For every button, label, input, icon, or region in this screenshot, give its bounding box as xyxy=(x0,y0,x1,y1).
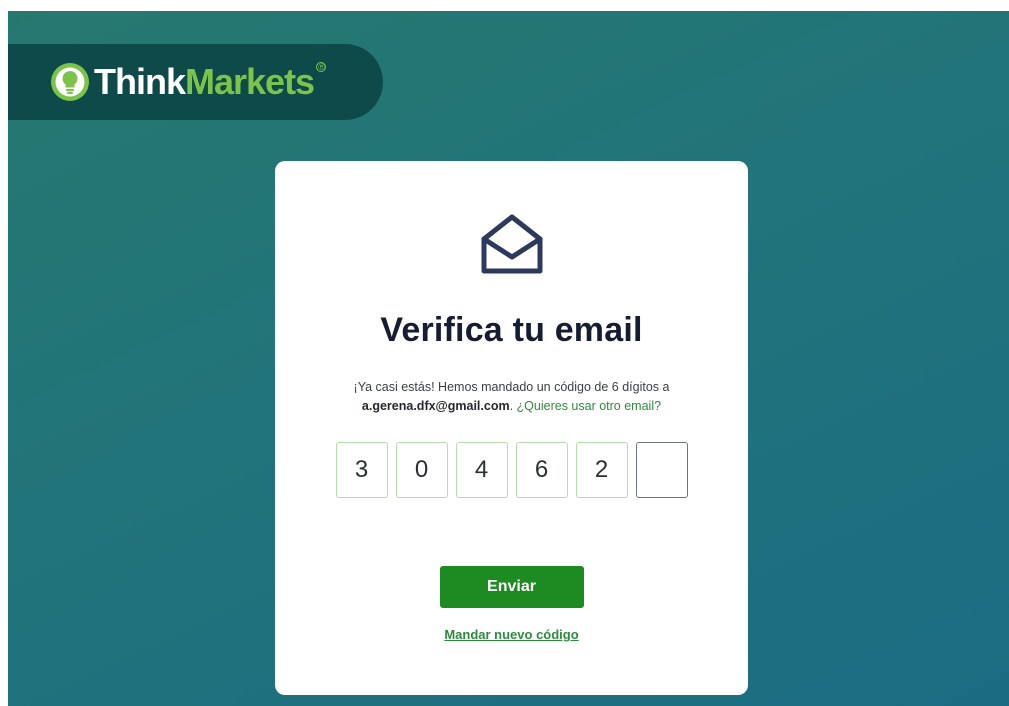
brand-name-markets: Markets xyxy=(185,61,315,102)
brand-name-think: Think xyxy=(94,61,186,102)
code-digit-6[interactable] xyxy=(635,442,688,498)
message-separator: . xyxy=(509,399,514,413)
registered-mark: ® xyxy=(316,62,327,72)
app-background: Think Markets ® Verifica tu email ¡Ya ca… xyxy=(8,11,1009,706)
code-digit-1[interactable]: 3 xyxy=(335,442,388,498)
brand-header: Think Markets ® xyxy=(8,44,383,120)
lightbulb-logo-icon xyxy=(50,62,90,102)
change-email-link[interactable]: ¿Quieres usar otro email? xyxy=(517,399,662,413)
email-address: a.gerena.dfx@gmail.com xyxy=(361,399,510,413)
code-digit-5[interactable]: 2 xyxy=(575,442,628,498)
verification-message: ¡Ya casi estás! Hemos mandado un código … xyxy=(354,378,670,416)
code-input-group: 3 0 4 6 2 xyxy=(335,442,688,498)
verify-email-card: Verifica tu email ¡Ya casi estás! Hemos … xyxy=(275,161,748,695)
brand-logo: Think Markets ® xyxy=(94,61,327,102)
message-text: ¡Ya casi estás! Hemos mandado un código … xyxy=(353,380,670,394)
code-digit-2[interactable]: 0 xyxy=(395,442,448,498)
resend-code-link[interactable]: Mandar nuevo código xyxy=(444,627,578,642)
page-title: Verifica tu email xyxy=(380,311,643,349)
code-digit-3[interactable]: 4 xyxy=(455,442,508,498)
code-digit-4[interactable]: 6 xyxy=(515,442,568,498)
envelope-open-icon xyxy=(476,209,548,281)
submit-button[interactable]: Enviar xyxy=(439,566,584,608)
